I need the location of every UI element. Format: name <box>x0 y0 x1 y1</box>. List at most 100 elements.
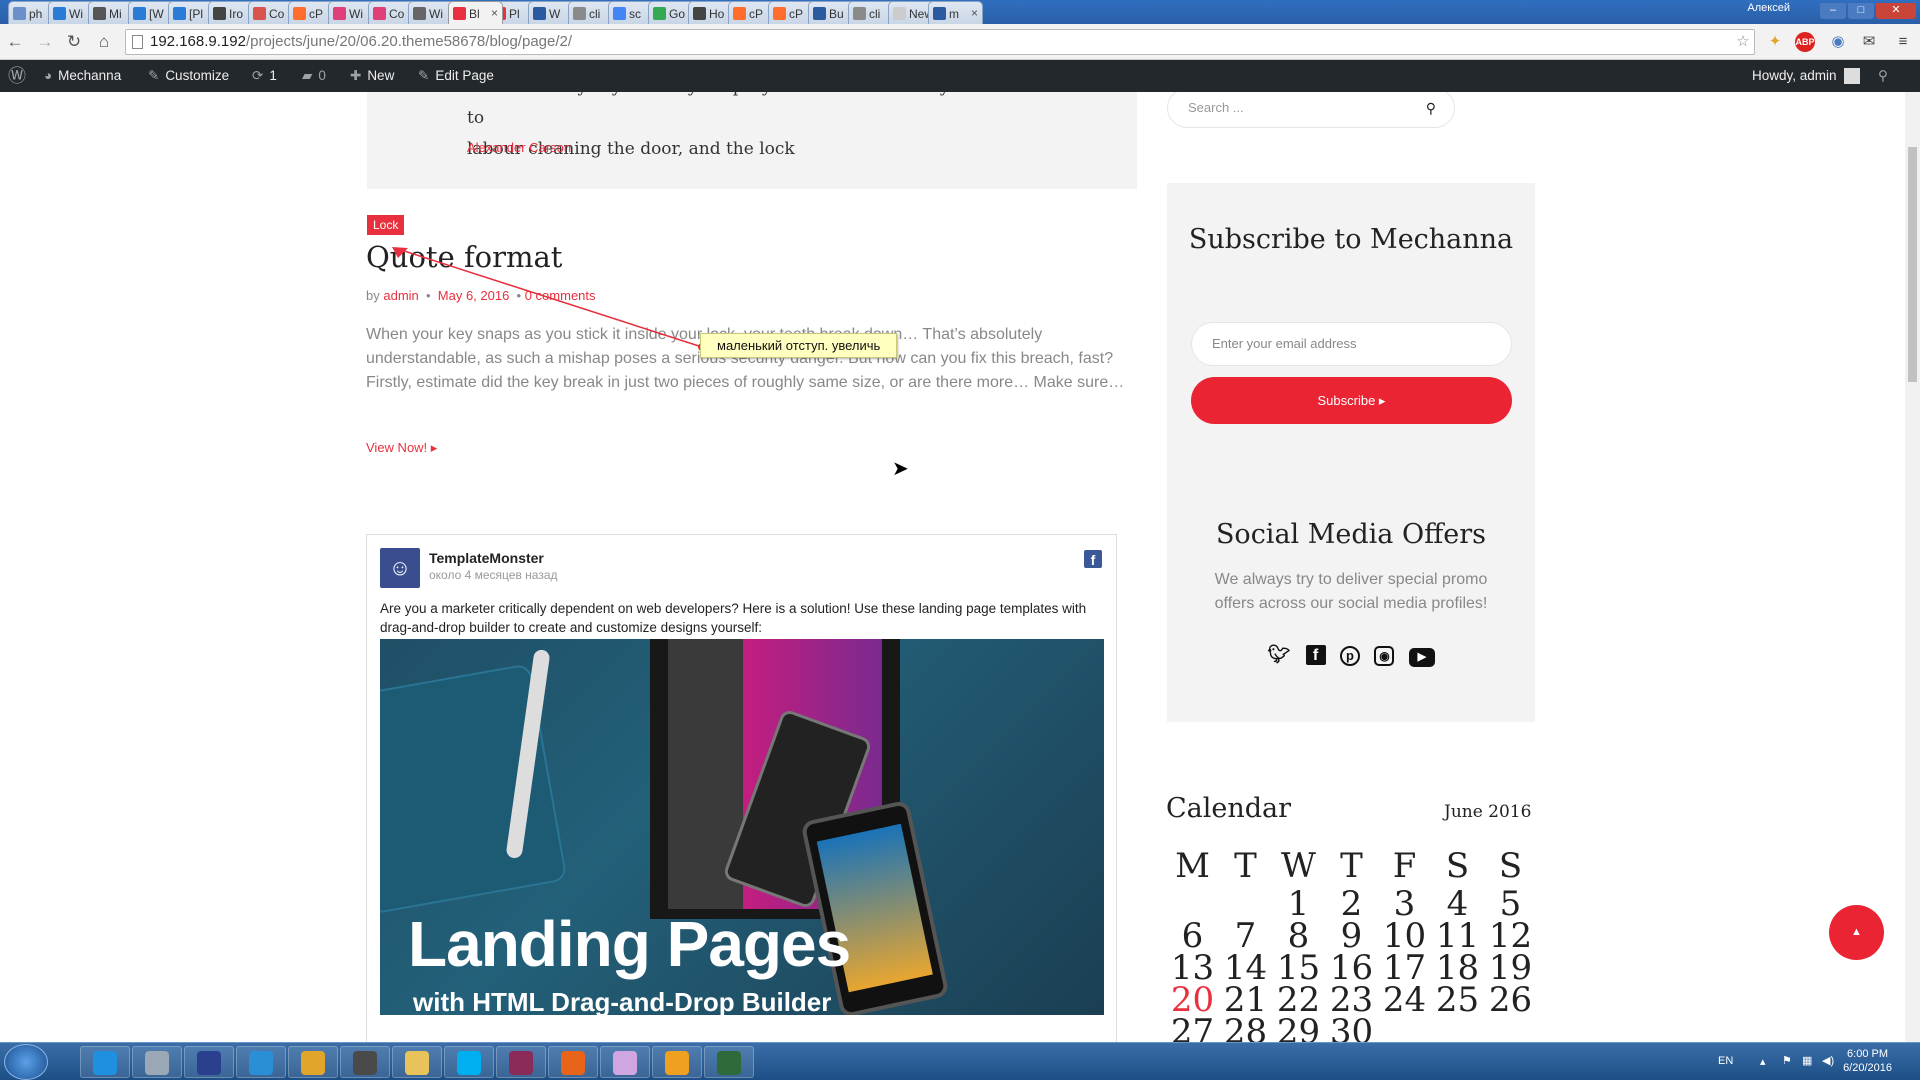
wordpress-logo-icon[interactable]: Ⓦ <box>8 60 26 92</box>
clock[interactable]: 6:00 PM 6/20/2016 <box>1843 1047 1892 1075</box>
minimize-button[interactable]: – <box>1820 3 1846 19</box>
post-author-link[interactable]: admin <box>383 288 418 303</box>
instagram-icon[interactable]: ◉ <box>1374 646 1395 666</box>
taskbar-app-terminal[interactable] <box>704 1046 754 1078</box>
howdy-account-link[interactable]: Howdy, admin <box>1752 60 1861 92</box>
taskbar-app-skype[interactable] <box>444 1046 494 1078</box>
weekday: M <box>1175 846 1210 886</box>
flag-icon[interactable]: ⚑ <box>1782 1054 1792 1067</box>
calendar-day[interactable]: 25 <box>1431 983 1484 1017</box>
image-subtitle: with HTML Drag-and-Drop Builder <box>413 987 832 1015</box>
taskbar-app-photo-app[interactable] <box>652 1046 702 1078</box>
forward-icon[interactable]: → <box>34 32 56 52</box>
fb-page-name[interactable]: TemplateMonster <box>429 550 544 566</box>
close-window-button[interactable]: ✕ <box>1876 3 1916 19</box>
quote-author[interactable]: Alexander Carson <box>467 140 571 155</box>
globe-icon[interactable]: ◉ <box>1828 32 1848 52</box>
site-name-link[interactable]: ◕ Mechanna <box>44 60 121 92</box>
taskbar-app-winrar[interactable] <box>496 1046 546 1078</box>
calendar-day[interactable]: 30 <box>1325 1015 1378 1042</box>
calendar-day[interactable]: 26 <box>1484 983 1537 1017</box>
fb-post-image[interactable]: Landing Pages with HTML Drag-and-Drop Bu… <box>380 639 1104 1015</box>
taskbar-app-internet-explorer[interactable] <box>80 1046 130 1078</box>
home-icon[interactable]: ⌂ <box>93 32 115 52</box>
taskbar-app-sublime[interactable] <box>340 1046 390 1078</box>
extension-puzzle-icon[interactable]: ✦ <box>1765 32 1785 52</box>
facebook-icon[interactable]: f <box>1084 550 1102 568</box>
tab-close-icon[interactable]: × <box>971 6 978 20</box>
fb-post-time[interactable]: около 4 месяцев назад <box>429 568 558 582</box>
post-meta: by admin • May 6, 2016 • 0 comments <box>366 288 596 303</box>
start-button[interactable] <box>4 1044 48 1080</box>
facebook-post-embed: ☺ TemplateMonster около 4 месяцев назад … <box>366 534 1117 1042</box>
tab-title: cP <box>749 7 764 21</box>
search-icon[interactable]: ⚲ <box>1878 60 1888 92</box>
category-badge[interactable]: Lock <box>367 215 405 235</box>
taskbar-app-save-app[interactable] <box>184 1046 234 1078</box>
weekday: T <box>1340 846 1363 886</box>
bookmark-star-icon[interactable]: ☆ <box>1733 32 1753 52</box>
volume-icon[interactable]: ◀) <box>1822 1054 1834 1067</box>
taskbar-app-explorer-folder[interactable] <box>392 1046 442 1078</box>
browser-tab[interactable]: Bl × <box>448 1 503 24</box>
back-to-top-button[interactable]: ▲ <box>1829 905 1884 960</box>
templatemonster-avatar[interactable]: ☺ <box>380 548 420 588</box>
reload-icon[interactable]: ↻ <box>63 32 85 52</box>
maximize-button[interactable]: □ <box>1848 3 1874 19</box>
adblock-icon[interactable]: ABP <box>1795 32 1815 52</box>
taskbar-app-firefox[interactable] <box>548 1046 598 1078</box>
window-controls: – □ ✕ <box>1818 0 1916 19</box>
taskbar-app-calculator[interactable] <box>132 1046 182 1078</box>
twitter-icon[interactable]: 🐦︎ <box>1267 643 1291 665</box>
fb-post-text: Are you a marketer critically dependent … <box>380 601 1087 635</box>
scrollbar-thumb[interactable] <box>1908 147 1917 382</box>
calendar-day[interactable]: 24 <box>1378 983 1431 1017</box>
tab-favicon-icon <box>813 7 826 20</box>
browser-profile-name[interactable]: Алексей <box>1747 0 1790 16</box>
tray-arrow-icon[interactable]: ▴ <box>1760 1055 1766 1068</box>
network-icon[interactable]: ▦ <box>1802 1054 1812 1067</box>
search-icon[interactable]: ⚲ <box>1426 92 1436 127</box>
calendar-day[interactable]: 27 <box>1166 1015 1219 1042</box>
tab-favicon-icon <box>173 7 186 20</box>
email-field[interactable]: Enter your email address <box>1191 322 1512 366</box>
edit-page-link[interactable]: ✎ Edit Page <box>418 60 494 92</box>
post-comments-link[interactable]: 0 comments <box>525 288 596 303</box>
updates-link[interactable]: ⟳ 1 <box>252 60 277 92</box>
save-app-icon <box>197 1051 221 1075</box>
language-indicator[interactable]: EN <box>1718 1055 1733 1067</box>
facebook-icon[interactable]: f <box>1305 645 1326 665</box>
subscribe-button[interactable]: Subscribe ▸ <box>1191 377 1512 424</box>
tab-close-icon[interactable]: × <box>491 6 498 20</box>
subscribe-widget: Subscribe to Mechanna Enter your email a… <box>1167 183 1535 475</box>
tab-favicon-icon <box>13 7 26 20</box>
pinterest-icon[interactable]: p <box>1340 646 1360 666</box>
tab-favicon-icon <box>893 7 906 20</box>
image-title: Landing Pages <box>408 908 851 980</box>
tab-favicon-icon <box>293 7 306 20</box>
new-content-link[interactable]: ✚ New <box>350 60 394 92</box>
tab-title: cP <box>309 7 324 21</box>
calendar-day[interactable]: 28 <box>1219 1015 1272 1042</box>
post-date-link[interactable]: May 6, 2016 <box>438 288 510 303</box>
customize-link[interactable]: ✎ Customize <box>148 60 229 92</box>
calendar-day[interactable]: 29 <box>1272 1015 1325 1042</box>
quote-block: inside the keyway before you spray. It w… <box>367 92 1137 189</box>
taskbar-app-chrome[interactable] <box>288 1046 338 1078</box>
youtube-icon[interactable]: ▶ <box>1408 648 1435 667</box>
back-icon[interactable]: ← <box>4 32 26 52</box>
url-field[interactable]: 192.168.9.192/projects/june/20/06.20.the… <box>125 29 1755 55</box>
taskbar-app-paint[interactable] <box>600 1046 650 1078</box>
comments-link[interactable]: ▰ 0 <box>302 60 326 92</box>
browser-tab[interactable]: m × <box>928 1 983 24</box>
social-description: We always try to deliver special promo o… <box>1214 571 1488 612</box>
view-now-link[interactable]: View Now! ▸ <box>366 440 437 456</box>
updates-count: 1 <box>269 68 277 83</box>
taskbar-app-skype-s[interactable] <box>236 1046 286 1078</box>
menu-icon[interactable]: ≡ <box>1893 32 1913 52</box>
mail-icon[interactable]: ✉ <box>1859 32 1879 52</box>
post-title[interactable]: Quote format <box>366 240 562 274</box>
sidebar-search-input[interactable]: Search ... ⚲ <box>1167 92 1455 128</box>
annotation-note: маленький отступ. увеличь <box>700 333 898 358</box>
page-scrollbar[interactable] <box>1905 92 1920 1042</box>
